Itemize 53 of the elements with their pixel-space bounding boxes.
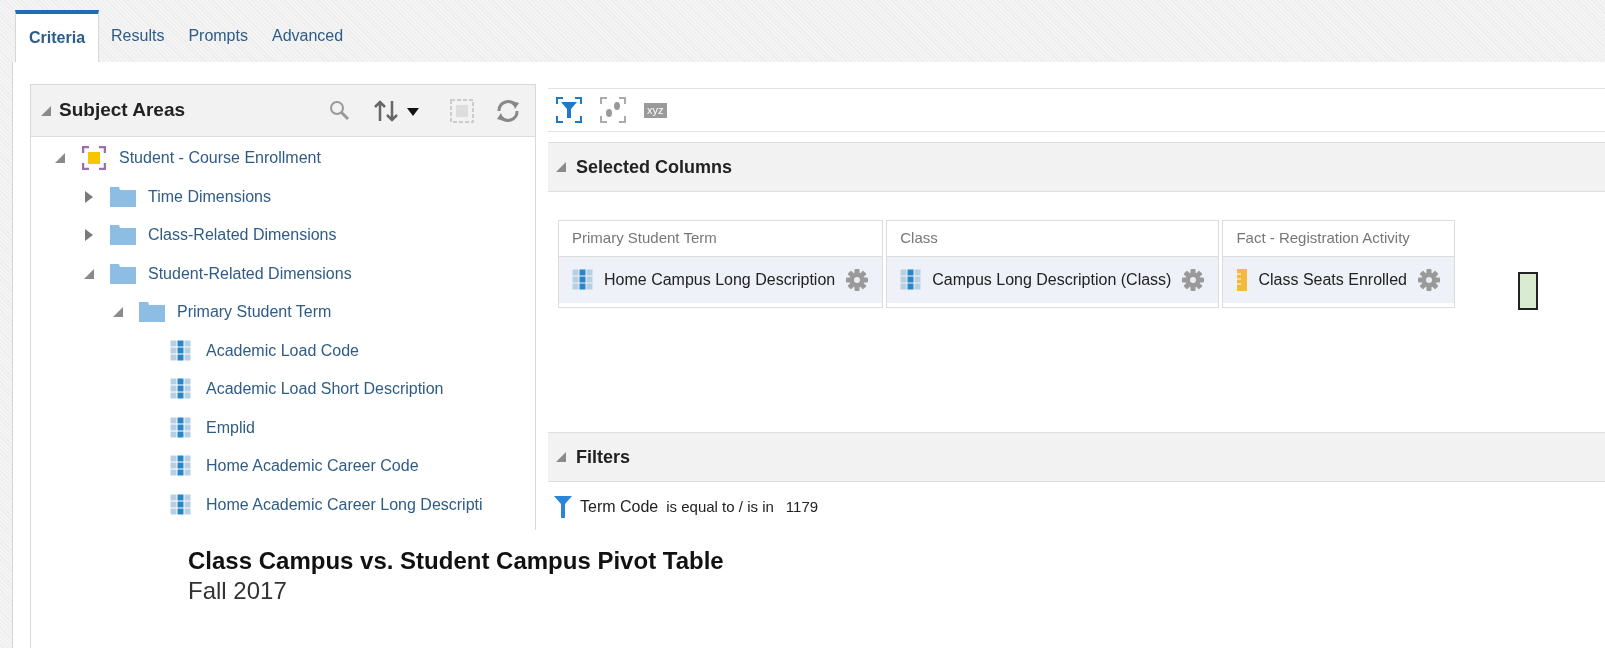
expand-triangle-icon[interactable] xyxy=(85,190,93,203)
report-subtitle: Fall 2017 xyxy=(188,576,288,606)
section-title: Filters xyxy=(576,445,631,469)
tab[interactable]: Criteria xyxy=(15,10,100,62)
column-grid-icon xyxy=(170,339,192,362)
footprints-icon[interactable] xyxy=(600,97,626,123)
filter-icon xyxy=(554,496,572,518)
gear-icon[interactable] xyxy=(1181,268,1206,292)
expand-triangle-icon[interactable] xyxy=(85,229,93,242)
collapse-triangle-icon[interactable] xyxy=(556,162,566,172)
gear-icon[interactable] xyxy=(845,268,870,292)
folder-icon xyxy=(110,225,136,246)
tree-item[interactable]: Primary Student Term xyxy=(177,300,332,325)
collapse-triangle-icon[interactable] xyxy=(84,268,94,279)
collapse-triangle-icon[interactable] xyxy=(55,153,65,164)
filter-icon[interactable] xyxy=(556,97,582,123)
filter-column[interactable]: Term Code xyxy=(580,495,659,519)
tree-item[interactable]: Class-Related Dimensions xyxy=(148,223,337,248)
gear-icon[interactable] xyxy=(1416,268,1441,292)
drop-target xyxy=(1517,272,1538,310)
tree-item[interactable]: Home Academic Career Long Descripti xyxy=(206,492,483,517)
tab[interactable]: Results xyxy=(99,10,177,62)
folder-icon xyxy=(110,263,136,284)
tab[interactable]: Prompts xyxy=(176,10,260,62)
folder-icon xyxy=(139,302,165,323)
filter-value: 1179 xyxy=(785,496,819,517)
column-grid-icon xyxy=(170,493,192,516)
tree-item[interactable]: Emplid xyxy=(206,415,255,440)
search-icon[interactable] xyxy=(329,99,351,122)
collapse-triangle-icon[interactable] xyxy=(41,105,51,116)
filter-operator: is equal to / is in xyxy=(666,496,774,517)
column-grid-icon xyxy=(170,416,192,439)
tree-item[interactable]: Academic Load Code xyxy=(206,338,359,363)
tree-item[interactable]: Home Academic Career Code xyxy=(206,454,419,479)
collapse-triangle-icon[interactable] xyxy=(113,307,123,318)
tree-item[interactable]: Student - Course Enrollment xyxy=(119,146,321,171)
sort-dropdown-icon[interactable] xyxy=(373,98,421,123)
column-grid-icon xyxy=(900,269,923,291)
panel-title: Subject Areas xyxy=(59,98,185,123)
subject-area-icon xyxy=(82,146,106,171)
ruler-icon xyxy=(1236,269,1249,291)
column-grid-icon xyxy=(170,378,192,401)
report-title: Class Campus vs. Student Campus Pivot Table xyxy=(188,546,725,576)
collapse-triangle-icon[interactable] xyxy=(556,452,566,462)
tab[interactable]: Advanced xyxy=(259,10,356,62)
section-title: Selected Columns xyxy=(576,155,733,179)
tree-item[interactable]: Student-Related Dimensions xyxy=(148,261,352,286)
tree-item[interactable]: Time Dimensions xyxy=(148,184,271,209)
column-grid-icon xyxy=(170,455,192,478)
refresh-icon[interactable] xyxy=(495,97,521,124)
column-grid-icon xyxy=(572,269,594,291)
tree-item[interactable]: Academic Load Short Description xyxy=(206,377,444,402)
folder-icon xyxy=(110,186,136,207)
